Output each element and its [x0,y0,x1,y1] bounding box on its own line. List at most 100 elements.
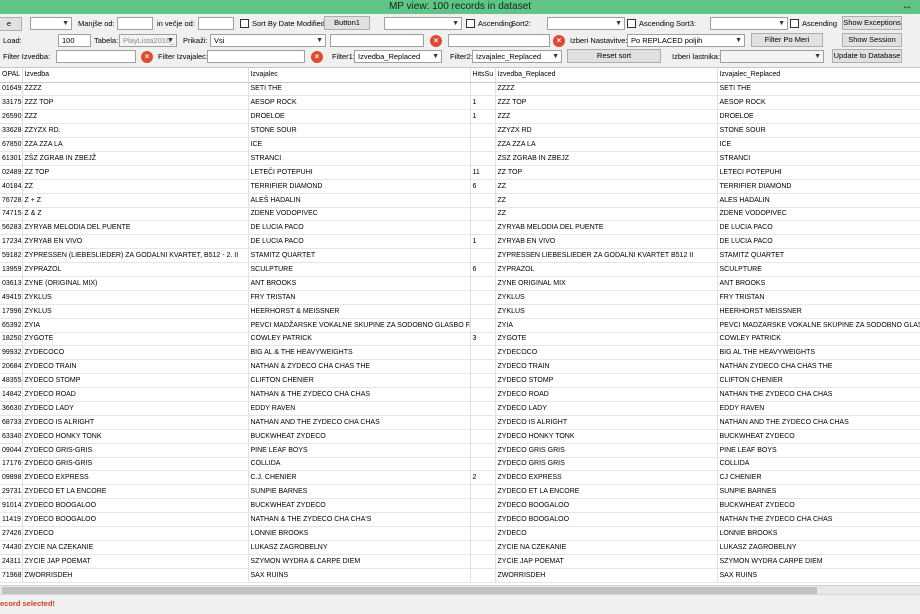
clear-icon[interactable]: × [430,35,442,47]
table-cell[interactable]: ZZYZX RD. [22,123,249,139]
table-cell[interactable]: 1 [470,95,496,111]
table-cell[interactable]: Z & Z [22,207,249,222]
table-cell[interactable] [470,207,496,222]
table-cell[interactable]: NATHAN AND THE ZYDECO CHA CHAS [717,415,920,430]
table-cell[interactable]: NATHAN & THE ZYDECO CHA CHA'S [248,512,471,527]
table-cell[interactable]: ZYDECO BOOGALOO [22,512,249,527]
table-cell[interactable]: ZYNE (ORIGINAL MIX) [22,276,249,291]
table-cell[interactable]: ZYKLUS [22,290,249,305]
table-cell[interactable] [470,401,496,416]
table-cell[interactable]: AESOP ROCK [248,95,471,111]
table-cell[interactable]: PEVCI MADZARSKE VOKALNE SKUPINE ZA SODOB… [717,318,920,333]
table-cell[interactable]: EDDY RAVEN [248,401,471,416]
table-cell[interactable] [470,443,496,458]
table-cell[interactable]: ZDENE VODOPIVEC [717,207,920,222]
table-cell[interactable]: STRANCI [717,151,920,166]
table-cell[interactable]: ZZ [22,179,249,194]
table-cell[interactable]: COLLIDA [717,457,920,472]
table-row[interactable]: 29731 ZYDECO ET LA ENCORE SUNPIE BARNES ZYD… [0,484,920,500]
table-row[interactable]: 48355 ZYDECO STOMP CLIFTON CHENIER ZYDECO S… [0,373,920,389]
table-cell[interactable] [470,429,496,444]
tabela-select[interactable]: PlayLista2016_ ▼ [119,34,177,47]
title-bar[interactable]: MP view: 100 records in dataset ↔ [0,0,920,14]
table-cell[interactable]: SUNPIE BARNES [248,484,471,500]
search-input-1[interactable] [330,34,424,47]
table-cell[interactable]: 02489 [0,165,23,180]
table-cell[interactable]: SZYMON WYDRA & CARPE DIEM [248,554,471,569]
table-cell[interactable]: 11419 [0,512,23,527]
table-cell[interactable]: 99932 [0,345,23,361]
table-cell[interactable]: ZYGOTE [495,332,718,347]
table-cell[interactable]: ZYDECO [22,526,249,541]
table-cell[interactable]: ZZ [495,179,718,194]
table-cell[interactable]: FRY TRISTAN [248,290,471,305]
table-row[interactable]: 65392 ZYIA PEVCI MADŽARSKE VOKALNE SKUPINE… [0,318,920,333]
table-cell[interactable]: ZYDECO IS ALRIGHT [22,415,249,430]
table-cell[interactable]: ZYNE ORIGINAL MIX [495,276,718,291]
filter-izvedba-input[interactable] [56,50,136,63]
table-cell[interactable]: 20684 [0,359,23,375]
table-cell[interactable]: ZYPRAZOL [495,262,718,277]
column-header-izvajalec-replaced[interactable]: Izvajalec_Replaced [717,68,920,83]
table-cell[interactable]: STONE SOUR [717,123,920,139]
filter-operator-select[interactable]: ▼ [30,17,72,30]
table-cell[interactable]: NATHAN ZYDECO CHA CHAS THE [717,359,920,375]
table-row[interactable]: 71968 ZWORRISDEH SAX RUINS ZWORRISDEH SAX RU… [0,568,920,583]
table-cell[interactable]: ZYIA [22,318,249,333]
table-cell[interactable]: BIG AL THE HEAVYWEIGHTS [717,345,920,361]
table-cell[interactable]: ZYDECO TRAIN [22,359,249,375]
table-cell[interactable]: ZSZ ZGRAB IN ZBEJZ [495,151,718,166]
table-cell[interactable]: NATHAN THE ZYDECO CHA CHAS [717,387,920,402]
table-cell[interactable]: ZYDECO [495,526,718,541]
table-cell[interactable]: 13959 [0,262,23,277]
table-cell[interactable]: NATHAN & THE ZYDECO CHA CHAS [248,387,471,402]
table-cell[interactable]: ZYGOTE [22,332,249,347]
table-cell[interactable]: 74715 [0,207,23,222]
table-row[interactable]: 49415 ZYKLUS FRY TRISTAN ZYKLUS FRY TRISTAN [0,290,920,305]
ascending1-checkbox[interactable]: Ascending [466,18,513,30]
table-cell[interactable]: LONNIE BROOKS [717,526,920,541]
table-cell[interactable]: 3 [470,332,496,347]
table-row[interactable]: 20684 ZYDECO TRAIN NATHAN & ZYDECO CHA CHA… [0,359,920,375]
table-cell[interactable]: ZYDECO HONKY TONK [495,429,718,444]
table-cell[interactable]: ZYDECO GRIS GRIS [495,457,718,472]
table-cell[interactable]: 76728 [0,193,23,208]
table-row[interactable]: 18250 ZYGOTE COWLEY PATRICK 3 ZYGOTE COWLEY P… [0,332,920,347]
table-cell[interactable]: ZWORRISDEH [495,568,718,583]
table-cell[interactable]: 03613 [0,276,23,291]
table-cell[interactable]: DE LUCIA PACO [717,220,920,236]
table-cell[interactable]: ZYDECO ROAD [495,387,718,402]
table-cell[interactable]: ZZZ [22,109,249,125]
table-cell[interactable]: 65392 [0,318,23,333]
table-cell[interactable]: ZYDECO EXPRESS [495,470,718,486]
sort1-select[interactable]: ▼ [384,17,462,30]
table-cell[interactable]: ZYDECO ROAD [22,387,249,402]
table-cell[interactable]: LUKASZ ZAGROBELNY [717,540,920,555]
table-cell[interactable]: DE LUCIA PACO [248,234,471,250]
table-cell[interactable]: SZYMON WYDRA CARPE DIEM [717,554,920,569]
table-cell[interactable]: CLIFTON CHENIER [717,373,920,389]
table-cell[interactable]: PINE LEAF BOYS [717,443,920,458]
table-cell[interactable]: Z + Z [22,193,249,208]
table-cell[interactable]: ZYKLUS [495,304,718,319]
table-cell[interactable]: BUCKWHEAT ZYDECO [717,429,920,444]
table-cell[interactable]: ZYDECO GRIS-GRIS [22,443,249,458]
table-row[interactable]: 91014 ZYDECO BOOGALOO BUCKWHEAT ZYDECO ZYDE… [0,498,920,514]
table-cell[interactable] [470,290,496,305]
table-row[interactable]: 14842 ZYDECO ROAD NATHAN & THE ZYDECO CHA … [0,387,920,402]
table-row[interactable]: 36630 ZYDECO LADY EDDY RAVEN ZYDECO LADY EDD… [0,401,920,416]
table-cell[interactable]: 91014 [0,498,23,514]
search-input-2[interactable] [448,34,550,47]
sort2-select[interactable]: ▼ [547,17,625,30]
table-cell[interactable]: 18250 [0,332,23,347]
nastavitve-select[interactable]: Po REPLACED poljih ▼ [627,34,745,47]
table-cell[interactable]: ZYKLUS [22,304,249,319]
table-cell[interactable]: ZYCIE NA CZEKANIE [22,540,249,555]
table-cell[interactable]: AESOP ROCK [717,95,920,111]
table-cell[interactable]: ZYDECOCO [495,345,718,361]
table-row[interactable]: 09898 ZYDECO EXPRESS C.J. CHENIER 2 ZYDECO E… [0,470,920,486]
table-cell[interactable]: SETI THE [248,82,471,97]
table-cell[interactable]: ANT BROOKS [248,276,471,291]
table-cell[interactable]: 74430 [0,540,23,555]
table-cell[interactable]: 17234 [0,234,23,250]
